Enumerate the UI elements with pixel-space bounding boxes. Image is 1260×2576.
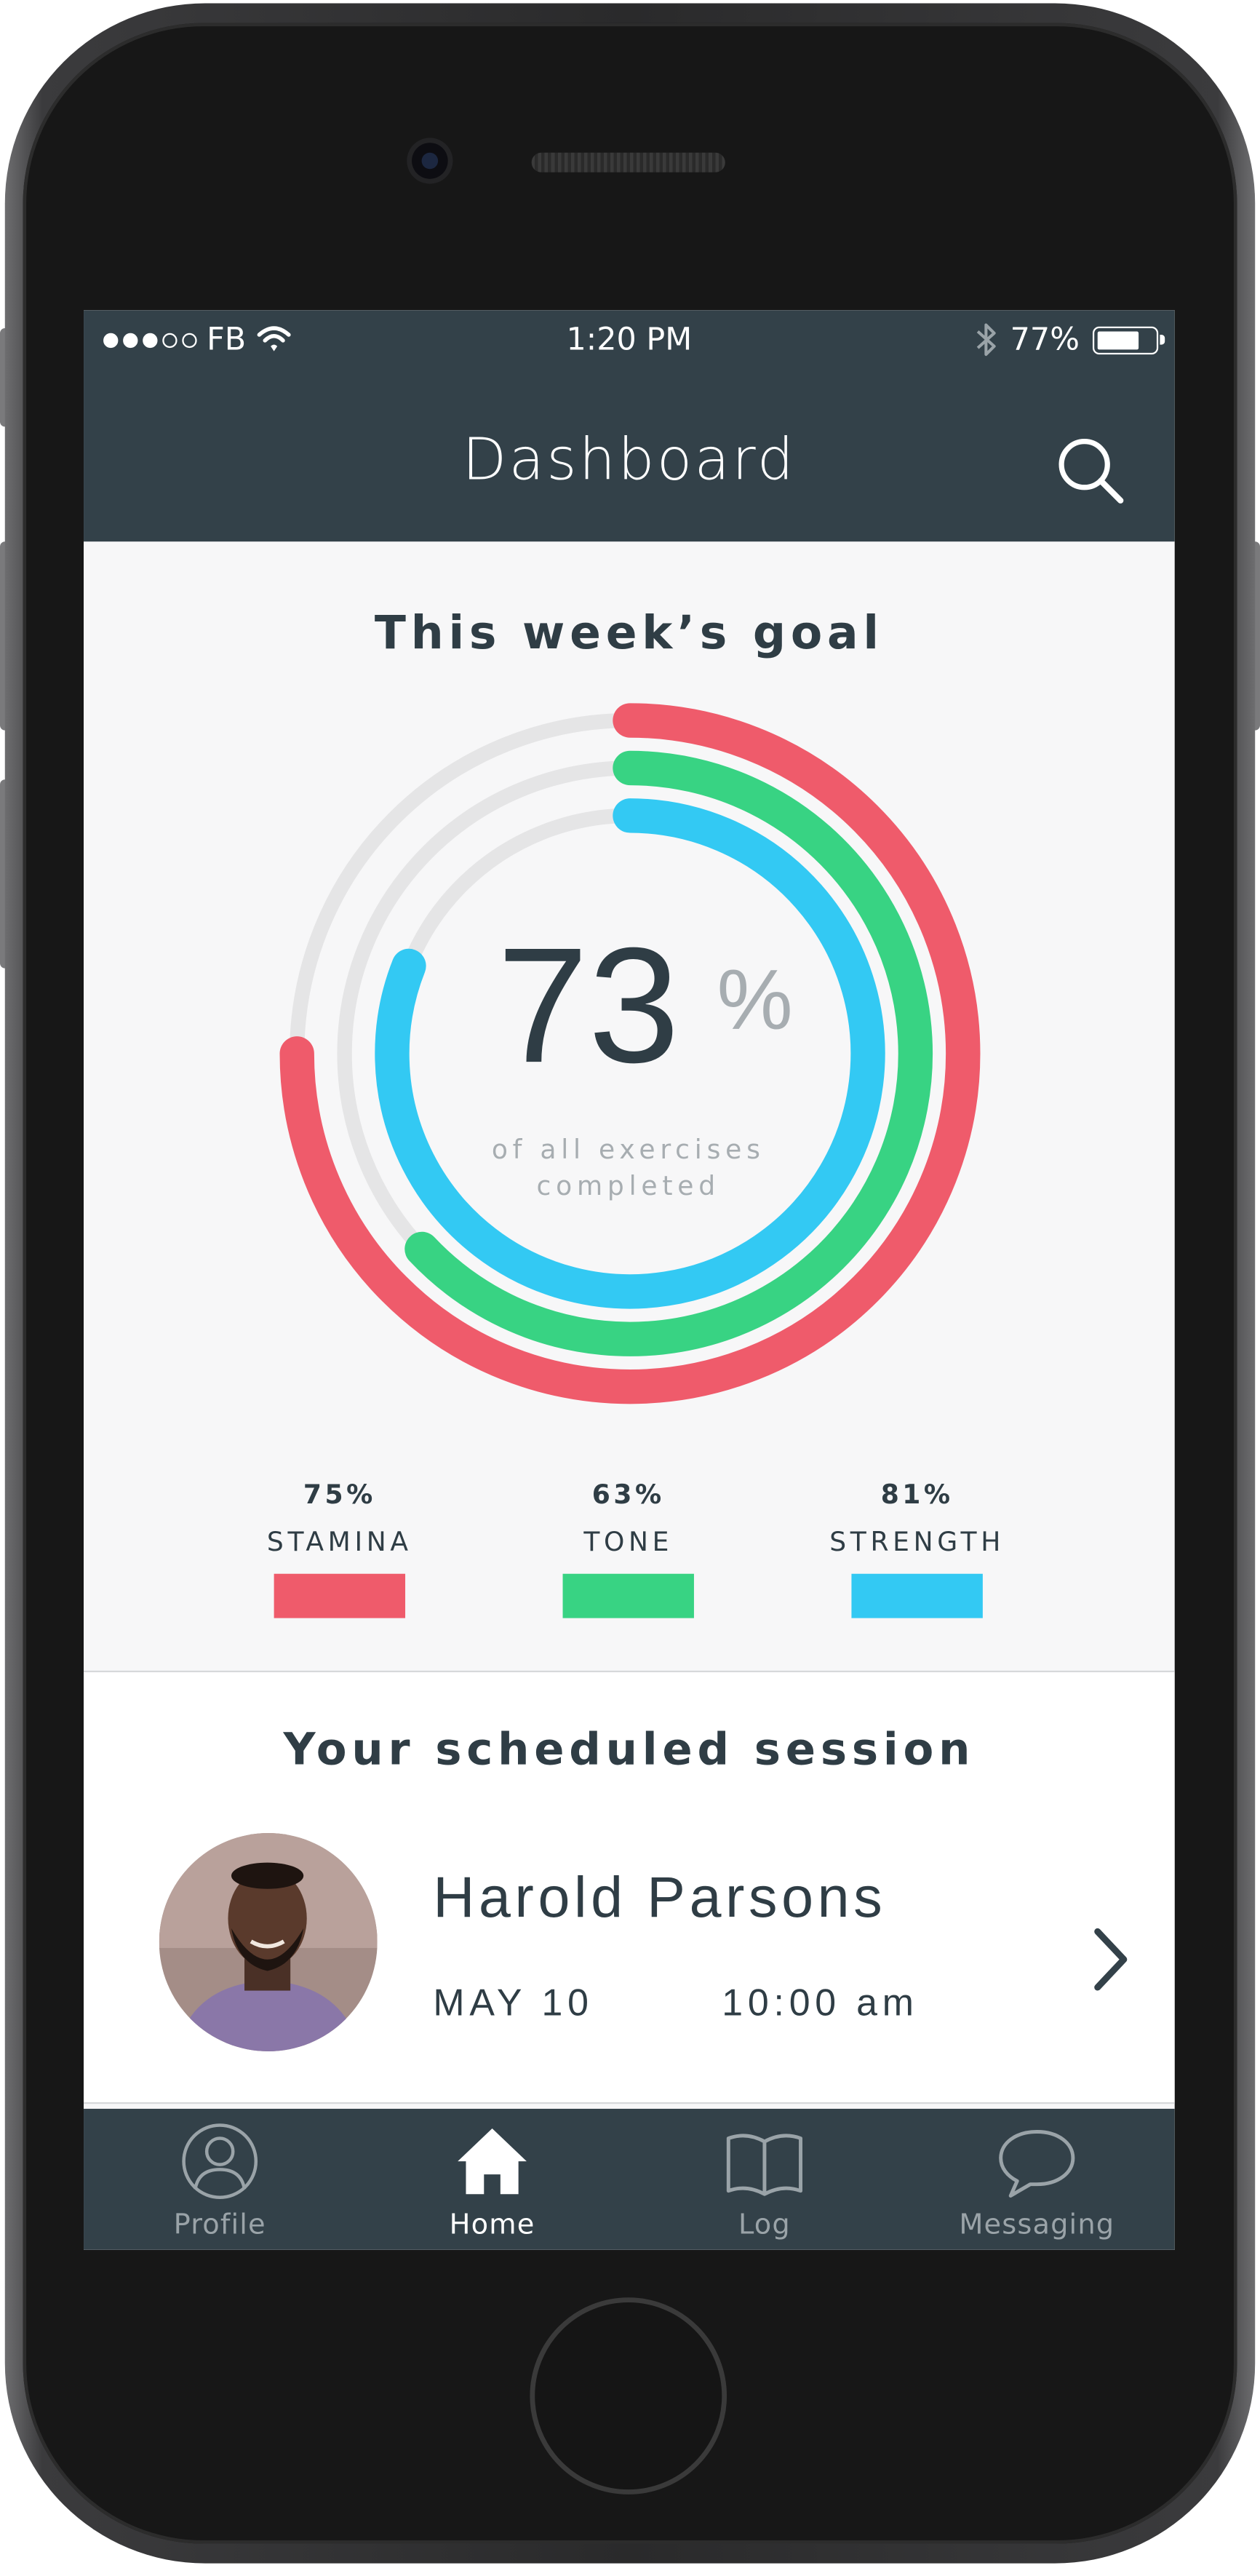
battery-percent: 77% [1010,322,1080,358]
session-details-button[interactable] [1078,1918,1144,2000]
stamina-swatch [274,1573,406,1618]
legend-tone: 63% TONE [481,1477,776,1618]
tone-swatch [562,1573,694,1618]
legend-stamina: 75% STAMINA [192,1477,487,1618]
home-icon [458,2128,527,2195]
goal-title: This week’s goal [374,605,884,660]
home-button[interactable] [530,2297,727,2494]
earpiece-speaker [531,152,725,172]
goal-legend: 75% STAMINA 63% TONE 81% STRENGTH [84,1477,1175,1625]
total-percent: 73 [497,914,680,1098]
stamina-percent: 75% [303,1478,376,1510]
percent-sign: % [717,953,793,1049]
book-icon [726,2134,803,2196]
strength-swatch [851,1573,983,1618]
scheduled-session-card[interactable]: Your scheduled session Harold Parsons MA… [84,1670,1175,2104]
tab-log-label: Log [738,2209,791,2242]
status-bar: FB 1:20 PM 77% [84,310,1175,373]
session-title: Your scheduled session [283,1725,976,1776]
tab-bar: Profile Home Log Messaging [84,2108,1175,2250]
phone-mockup: FB 1:20 PM 77% Dashboard This week’s goa… [0,0,1260,2575]
header-bar: FB 1:20 PM 77% Dashboard [84,310,1175,542]
legend-strength: 81% STRENGTH [770,1477,1065,1618]
tab-home[interactable]: Home [356,2109,628,2250]
status-right: 77% [974,322,1165,358]
app-screen: FB 1:20 PM 77% Dashboard This week’s goa… [84,310,1175,2250]
front-camera [412,143,448,179]
tab-home-label: Home [449,2209,535,2242]
page-title: Dashboard [462,428,797,494]
strength-label: STRENGTH [829,1526,1005,1558]
chevron-right-icon [1094,1928,1128,1991]
search-icon [1058,439,1124,504]
profile-icon [182,2123,258,2199]
tab-log[interactable]: Log [629,2109,901,2250]
search-button[interactable] [1052,432,1131,510]
trainer-avatar [159,1833,378,2051]
caption-line-1: of all exercises [491,1134,765,1166]
battery-icon [1092,325,1165,354]
tab-messaging[interactable]: Messaging [901,2109,1173,2250]
session-time: 10:00 am [722,1981,919,2024]
goal-caption: of all exercises completed [464,1132,792,1204]
stamina-label: STAMINA [266,1526,412,1558]
tab-profile[interactable]: Profile [84,2109,356,2250]
tone-percent: 63% [591,1478,665,1510]
tab-profile-label: Profile [173,2209,266,2242]
bluetooth-icon [976,323,996,357]
chat-bubble-icon [999,2130,1075,2198]
tab-messaging-label: Messaging [959,2209,1115,2242]
session-date: MAY 10 [433,1981,594,2024]
trainer-name: Harold Parsons [433,1866,887,1931]
tone-label: TONE [583,1526,674,1558]
caption-line-2: completed [536,1169,720,1201]
strength-percent: 81% [880,1478,954,1510]
